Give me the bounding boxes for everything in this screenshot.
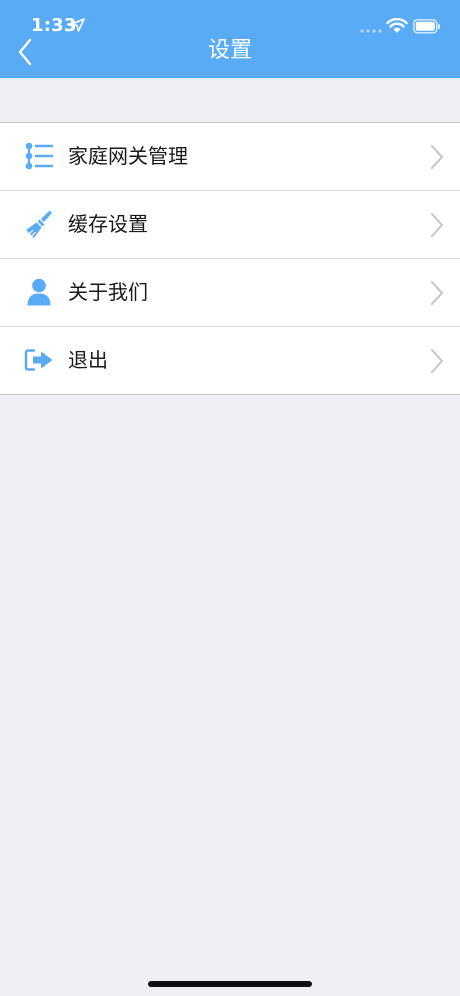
battery-icon — [413, 19, 440, 34]
page-title: 设置 — [207, 38, 252, 63]
chevron-right-icon — [431, 213, 443, 237]
menu-item-logout[interactable]: 退出 — [0, 327, 460, 394]
settings-list: 家庭网关管理 缓存设置 关于我们 退出 — [0, 122, 460, 395]
menu-item-about-us[interactable]: 关于我们 — [0, 259, 460, 327]
home-indicator — [148, 981, 312, 987]
navigation-bar: 1:33 设置 — [0, 0, 460, 78]
menu-item-label: 缓存设置 — [68, 212, 148, 236]
chevron-right-icon — [431, 145, 443, 169]
menu-item-gateway-management[interactable]: 家庭网关管理 — [0, 123, 460, 191]
signal-icon — [360, 29, 382, 33]
menu-item-cache-settings[interactable]: 缓存设置 — [0, 191, 460, 259]
chevron-right-icon — [431, 281, 443, 305]
menu-item-label: 家庭网关管理 — [68, 144, 188, 168]
brush-icon — [24, 209, 54, 239]
status-time: 1:33 — [31, 15, 77, 36]
wifi-icon — [386, 18, 408, 33]
chevron-right-icon — [431, 349, 443, 373]
logout-icon — [24, 345, 54, 375]
menu-item-label: 关于我们 — [68, 280, 148, 304]
menu-item-label: 退出 — [68, 348, 108, 372]
list-icon — [24, 141, 54, 171]
location-arrow-icon — [71, 18, 85, 32]
person-icon — [24, 277, 54, 307]
